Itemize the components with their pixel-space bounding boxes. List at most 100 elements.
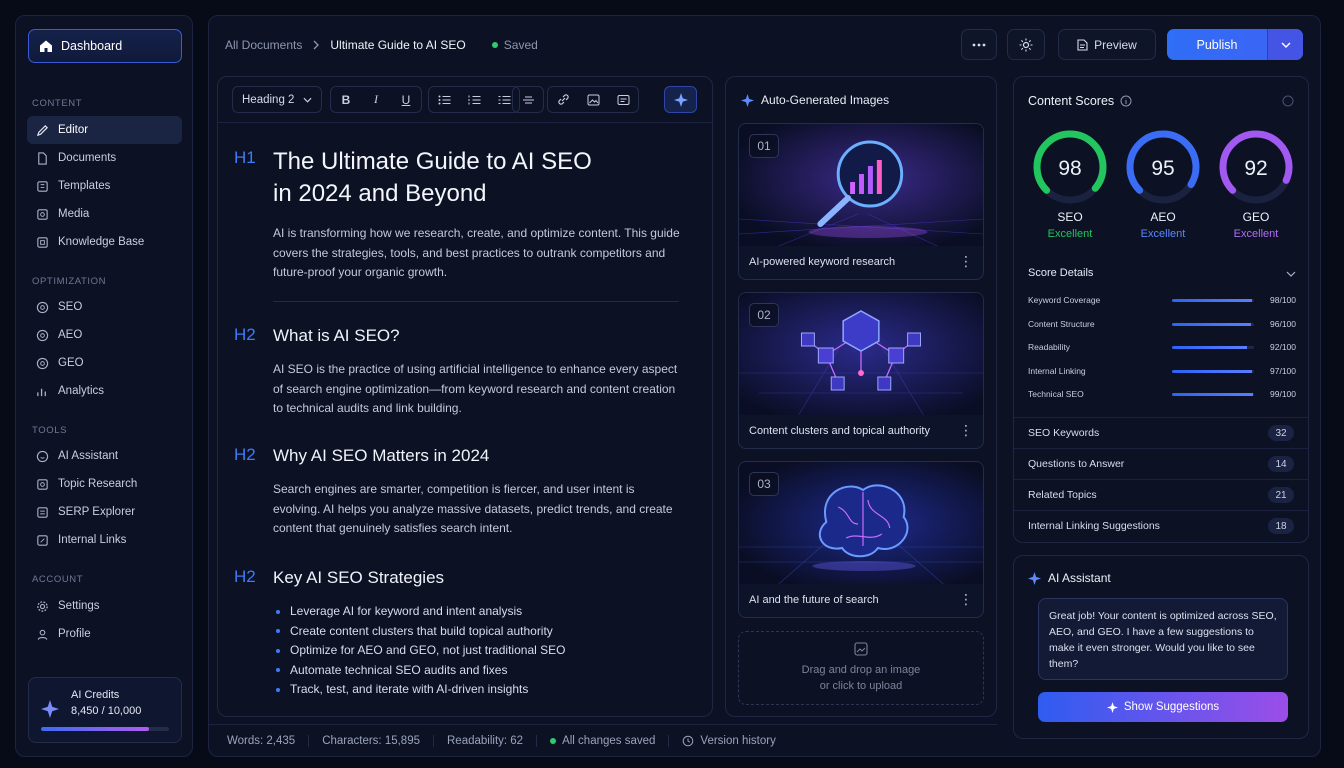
list-item[interactable]: Create content clusters that build topic…: [273, 622, 565, 642]
ai-write-button[interactable]: [664, 86, 697, 113]
section-optimization-title: OPTIMIZATION: [32, 276, 107, 287]
sidebar-item-internal-links[interactable]: Internal Links: [27, 526, 182, 554]
document-title[interactable]: The Ultimate Guide to AI SEO in 2024 and…: [273, 146, 673, 210]
sidebar-item-ai-assistant[interactable]: AI Assistant: [27, 442, 182, 470]
seo-score[interactable]: 98 SEO Excellent: [1030, 127, 1110, 240]
target-icon: [36, 301, 49, 313]
list-row-label: Questions to Answer: [1028, 458, 1125, 470]
embed-icon[interactable]: [608, 87, 638, 112]
dropzone-line-1: Drag and drop an image: [801, 664, 921, 676]
link-icon[interactable]: [548, 87, 578, 112]
sidebar-item-label: Templates: [58, 180, 111, 192]
sidebar-item-aeo[interactable]: AEO: [27, 321, 182, 349]
theme-toggle-button[interactable]: [1007, 29, 1045, 60]
score-details-toggle[interactable]: Score Details: [1028, 267, 1296, 279]
geo-score[interactable]: 92 GEO Excellent: [1216, 127, 1296, 240]
image-upload-dropzone[interactable]: Drag and drop an image or click to uploa…: [738, 631, 984, 705]
h1-marker: H1: [234, 148, 256, 167]
section-heading[interactable]: Key AI SEO Strategies: [273, 568, 444, 588]
image-caption: AI and the future of search: [749, 594, 879, 606]
strikethrough-icon[interactable]: [513, 87, 543, 112]
sidebar-item-label: Editor: [58, 124, 89, 136]
h2-marker: H2: [234, 445, 256, 464]
section-tools-title: TOOLS: [32, 425, 68, 436]
publish-options-button[interactable]: [1267, 29, 1303, 60]
score-detail-bar: [1172, 369, 1254, 373]
bulleted-list-icon[interactable]: [429, 87, 459, 112]
more-vertical-icon[interactable]: ⋮: [959, 422, 973, 439]
section-paragraph[interactable]: Search engines are smarter, competition …: [273, 480, 683, 539]
sidebar-item-seo[interactable]: SEO: [27, 293, 182, 321]
assistant-title-label: AI Assistant: [1048, 571, 1111, 585]
section-content-title: CONTENT: [32, 98, 83, 109]
readability-score: Readability: 62: [434, 734, 538, 747]
format-group: B I U: [330, 86, 422, 113]
list-item[interactable]: Optimize for AEO and GEO, not just tradi…: [273, 641, 565, 661]
saved-dot-icon: [550, 737, 557, 744]
numbered-list-icon[interactable]: [459, 87, 489, 112]
sidebar-item-knowledge-base[interactable]: Knowledge Base: [27, 228, 182, 256]
seo-keywords-row[interactable]: SEO Keywords 32: [1014, 417, 1308, 448]
related-topics-row[interactable]: Related Topics 21: [1014, 479, 1308, 510]
sun-icon: [1019, 38, 1033, 51]
underline-icon[interactable]: U: [391, 87, 421, 112]
status-circle-icon[interactable]: [1282, 95, 1294, 107]
sidebar-item-label: Settings: [58, 600, 100, 612]
preview-button[interactable]: Preview: [1058, 29, 1156, 60]
generated-image-card[interactable]: 03 AI and the future of search ⋮: [738, 461, 984, 618]
sidebar-item-topic-research[interactable]: Topic Research: [27, 470, 182, 498]
sidebar-item-media[interactable]: Media: [27, 200, 182, 228]
sidebar-item-settings[interactable]: Settings: [27, 592, 182, 620]
internal-linking-row[interactable]: Internal Linking Suggestions 18: [1014, 510, 1308, 541]
list-item[interactable]: Leverage AI for keyword and intent analy…: [273, 602, 565, 622]
section-heading[interactable]: Why AI SEO Matters in 2024: [273, 446, 489, 466]
sidebar-item-editor[interactable]: Editor: [27, 116, 182, 144]
list-item[interactable]: Automate technical SEO audits and fixes: [273, 661, 565, 681]
preview-icon: [1077, 38, 1088, 51]
content-divider: [273, 301, 679, 302]
section-paragraph[interactable]: AI SEO is the practice of using artifici…: [273, 360, 683, 419]
credits-progress-fill: [41, 727, 150, 731]
breadcrumb-root[interactable]: All Documents: [225, 38, 302, 52]
aeo-score[interactable]: 95 AEO Excellent: [1123, 127, 1203, 240]
score-detail-name: Keyword Coverage: [1028, 295, 1101, 305]
editor-toolbar: Heading 2 B I U: [218, 77, 712, 123]
sidebar-item-analytics[interactable]: Analytics: [27, 377, 182, 405]
list-row-label: SEO Keywords: [1028, 427, 1100, 439]
breadcrumb-current: Ultimate Guide to AI SEO: [330, 38, 466, 52]
sidebar-item-geo[interactable]: GEO: [27, 349, 182, 377]
score-detail-fill: [1172, 298, 1253, 302]
sidebar-item-label: SERP Explorer: [58, 506, 136, 518]
score-detail-bar: [1172, 345, 1254, 349]
sidebar-item-templates[interactable]: Templates: [27, 172, 182, 200]
sidebar-item-serp-explorer[interactable]: SERP Explorer: [27, 498, 182, 526]
sidebar-item-profile[interactable]: Profile: [27, 620, 182, 648]
credits-value: 8,450 / 10,000: [71, 705, 142, 717]
geo-score-status: Excellent: [1233, 228, 1279, 240]
show-suggestions-label: Show Suggestions: [1123, 701, 1220, 713]
intro-paragraph[interactable]: AI is transforming how we research, crea…: [273, 224, 683, 283]
questions-row[interactable]: Questions to Answer 14: [1014, 448, 1308, 479]
more-vertical-icon[interactable]: ⋮: [959, 591, 973, 608]
show-suggestions-button[interactable]: Show Suggestions: [1038, 692, 1288, 722]
bold-icon[interactable]: B: [331, 87, 361, 112]
preview-label: Preview: [1094, 37, 1137, 52]
section-heading[interactable]: What is AI SEO?: [273, 326, 400, 346]
insert-image-icon[interactable]: [578, 87, 608, 112]
sidebar-item-label: Documents: [58, 152, 117, 164]
more-options-button[interactable]: [961, 29, 997, 60]
dashboard-button[interactable]: Dashboard: [28, 29, 182, 63]
images-panel-title: Auto-Generated Images: [741, 93, 889, 107]
generated-image-card[interactable]: 02 Content clusters and topical authorit…: [738, 292, 984, 449]
aeo-score-value: 95: [1151, 157, 1174, 180]
sidebar-item-documents[interactable]: Documents: [27, 144, 182, 172]
italic-icon[interactable]: I: [361, 87, 391, 112]
score-detail-fill: [1172, 345, 1248, 349]
generated-image-card[interactable]: 01 AI-powered keyword research ⋮: [738, 123, 984, 280]
more-vertical-icon[interactable]: ⋮: [959, 253, 973, 270]
list-item[interactable]: Track, test, and iterate with AI-driven …: [273, 680, 565, 700]
publish-button[interactable]: Publish: [1167, 38, 1267, 52]
heading-select[interactable]: Heading 2: [232, 86, 322, 113]
info-icon[interactable]: [1120, 95, 1132, 107]
version-history-link[interactable]: Version history: [669, 735, 776, 747]
